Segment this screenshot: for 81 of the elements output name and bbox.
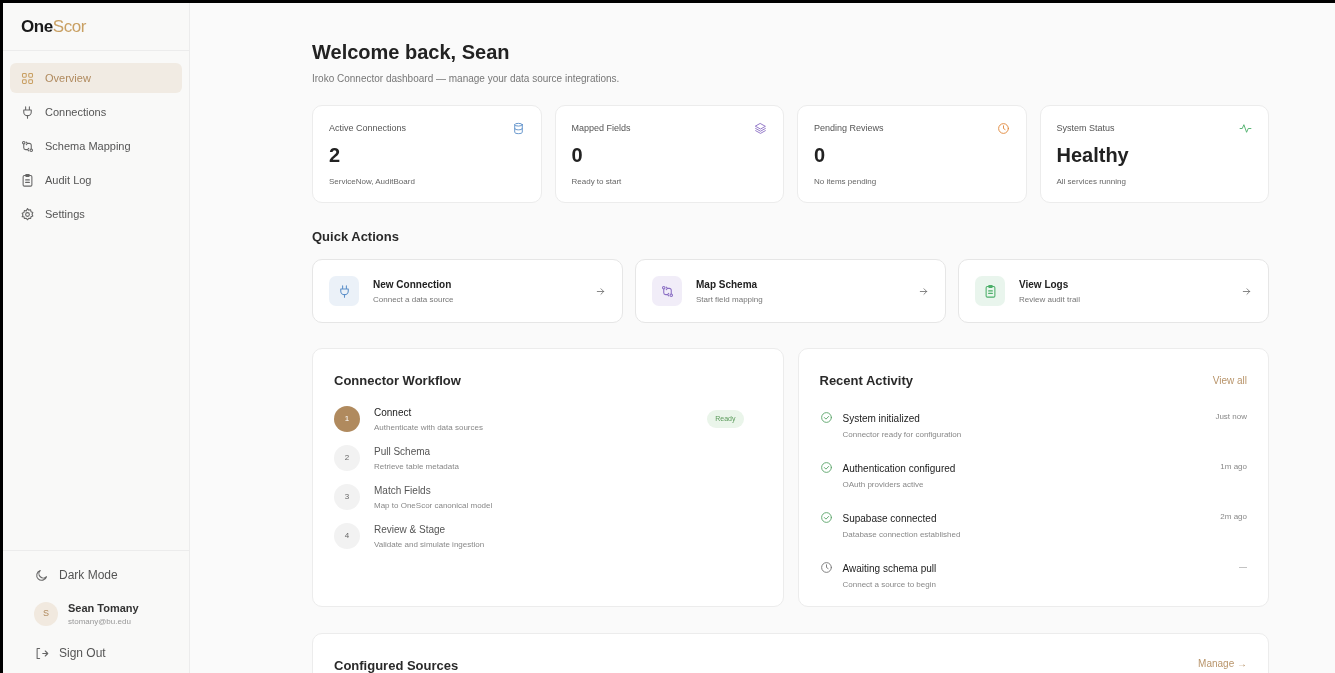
nav-item[interactable]: Audit Log: [10, 165, 182, 195]
quick-action-card[interactable]: View Logs Review audit trail: [958, 259, 1269, 323]
nav-item[interactable]: Connections: [10, 97, 182, 127]
arrow-right-icon: [595, 285, 606, 297]
stat-label: Mapped Fields: [571, 122, 631, 135]
activity-title: Awaiting schema pull: [842, 561, 938, 576]
step-title: Match Fields: [374, 483, 432, 498]
step-title: Pull Schema: [374, 444, 432, 459]
step-title: Review & Stage: [374, 522, 447, 537]
clock-icon: [996, 122, 1010, 136]
stat-label: System Status: [1056, 122, 1115, 135]
check-circle-icon: [819, 460, 833, 474]
card-title: Recent Activity: [819, 372, 913, 390]
action-subtitle: Connect a data source: [373, 293, 455, 306]
activity-subtitle: Connect a source to begin: [842, 578, 937, 591]
stat-note: Ready to start: [571, 175, 623, 188]
step-subtitle: Validate and simulate ingestion: [374, 538, 486, 551]
stat-note: No items pending: [814, 175, 878, 188]
page-subtitle: Iroko Connector dashboard — manage your data source integrations.: [312, 72, 621, 86]
user-email: stomany@bu.edu: [68, 616, 132, 629]
activity-time: 1m ago: [1220, 460, 1247, 473]
layers-icon: [754, 122, 767, 136]
user-name: Sean Tomany: [68, 600, 139, 616]
arrow-right-icon: [918, 285, 929, 297]
clipboard-icon: [982, 283, 998, 299]
avatar: S: [34, 602, 58, 626]
activity-time: —: [1239, 560, 1247, 573]
check-circle-icon: [819, 410, 833, 424]
step-subtitle: Authenticate with data sources: [374, 421, 484, 434]
step-title: Connect: [374, 405, 413, 420]
action-title: Map Schema: [696, 277, 759, 292]
activity-subtitle: OAuth providers active: [842, 478, 925, 491]
clock-icon: [819, 560, 833, 574]
card-title: Connector Workflow: [334, 372, 462, 390]
logo: OneScor: [21, 15, 87, 38]
nav-item[interactable]: Schema Mapping: [10, 131, 182, 161]
quick-action-card[interactable]: New Connection Connect a data source: [312, 259, 623, 323]
stat-label: Pending Reviews: [814, 122, 884, 135]
activity-subtitle: Database connection established: [842, 528, 962, 541]
stat-label: Active Connections: [329, 122, 407, 135]
settings-icon: [20, 206, 35, 222]
plug-icon: [20, 104, 35, 120]
activity-title: Authentication configured: [842, 461, 957, 476]
dark-mode-button[interactable]: Dark Mode: [10, 561, 182, 589]
clipboard-icon: [20, 172, 35, 188]
activity-title: Supabase connected: [842, 511, 938, 526]
action-subtitle: Review audit trail: [1019, 293, 1081, 306]
check-circle-icon: [819, 510, 833, 524]
step-number: 4: [334, 523, 360, 549]
section-title: Quick Actions: [312, 229, 400, 245]
action-title: New Connection: [373, 277, 453, 292]
moon-icon: [34, 567, 49, 583]
sign-out-button[interactable]: Sign Out: [10, 639, 182, 667]
page-title: Welcome back, Sean: [312, 40, 511, 65]
step-number: 2: [334, 445, 360, 471]
card-title: Configured Sources: [334, 657, 459, 673]
database-icon: [511, 122, 525, 136]
step-number: 3: [334, 484, 360, 510]
stat-value: 0: [814, 142, 827, 168]
activity-time: Just now: [1215, 410, 1247, 423]
activity-subtitle: Connector ready for configuration: [842, 428, 963, 441]
arrow-right-icon: [1241, 285, 1252, 297]
grid-icon: [20, 70, 35, 86]
stat-value: Healthy: [1056, 142, 1130, 168]
step-number: 1: [334, 406, 360, 432]
stat-note: ServiceNow, AuditBoard: [329, 175, 416, 188]
step-subtitle: Retrieve table metadata: [374, 460, 460, 473]
pulse-icon: [1239, 122, 1252, 136]
activity-title: System initialized: [842, 411, 921, 426]
action-title: View Logs: [1019, 277, 1070, 292]
swap-icon: [20, 138, 35, 154]
activity-time: 2m ago: [1220, 510, 1247, 523]
action-subtitle: Start field mapping: [696, 293, 764, 306]
stat-value: 2: [329, 142, 342, 168]
sign-out-icon: [34, 645, 49, 661]
swap-icon: [659, 283, 675, 299]
nav-item[interactable]: Settings: [10, 199, 182, 229]
step-subtitle: Map to OneScor canonical model: [374, 499, 494, 512]
quick-action-card[interactable]: Map Schema Start field mapping: [635, 259, 946, 323]
stat-note: All services running: [1056, 175, 1127, 188]
stat-value: 0: [571, 142, 584, 168]
